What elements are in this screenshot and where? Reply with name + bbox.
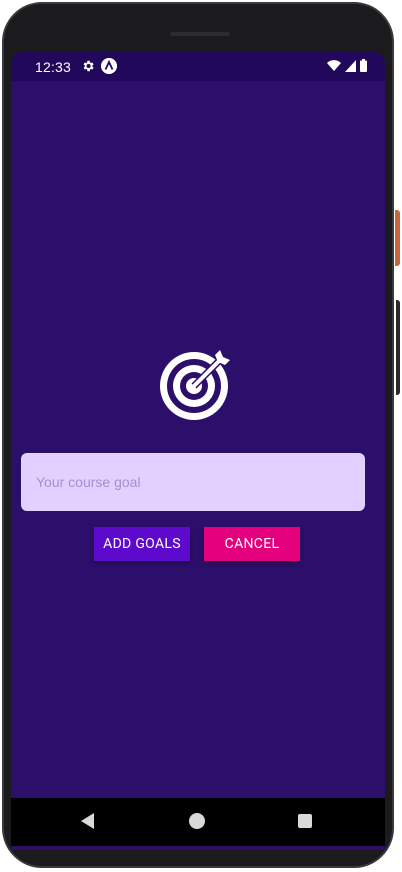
app-a-icon (101, 58, 117, 74)
home-icon[interactable] (189, 813, 205, 829)
back-icon[interactable] (81, 813, 94, 829)
system-nav-bar (11, 798, 385, 846)
phone-device: 12:33 Your course goal ADD GOALS CANCEL (0, 0, 402, 872)
app-screen: 12:33 Your course goal ADD GOALS CANCEL (11, 52, 385, 850)
wifi-icon (327, 59, 341, 71)
gear-icon (83, 60, 94, 72)
power-button[interactable] (395, 210, 400, 266)
signal-icon (345, 59, 356, 72)
battery-icon (360, 59, 367, 72)
recents-icon[interactable] (298, 814, 312, 828)
cancel-button[interactable]: CANCEL (204, 527, 300, 561)
status-bar: 12:33 (11, 52, 385, 81)
status-icons-right (327, 59, 367, 72)
goal-input-container: ADD GOALS CANCEL (11, 81, 385, 798)
status-time: 12:33 (35, 59, 72, 75)
course-goal-input[interactable] (21, 453, 365, 511)
volume-button[interactable] (396, 300, 400, 395)
earpiece-speaker (170, 32, 230, 36)
target-dart-icon (160, 350, 230, 420)
add-goals-button[interactable]: ADD GOALS (94, 527, 190, 561)
